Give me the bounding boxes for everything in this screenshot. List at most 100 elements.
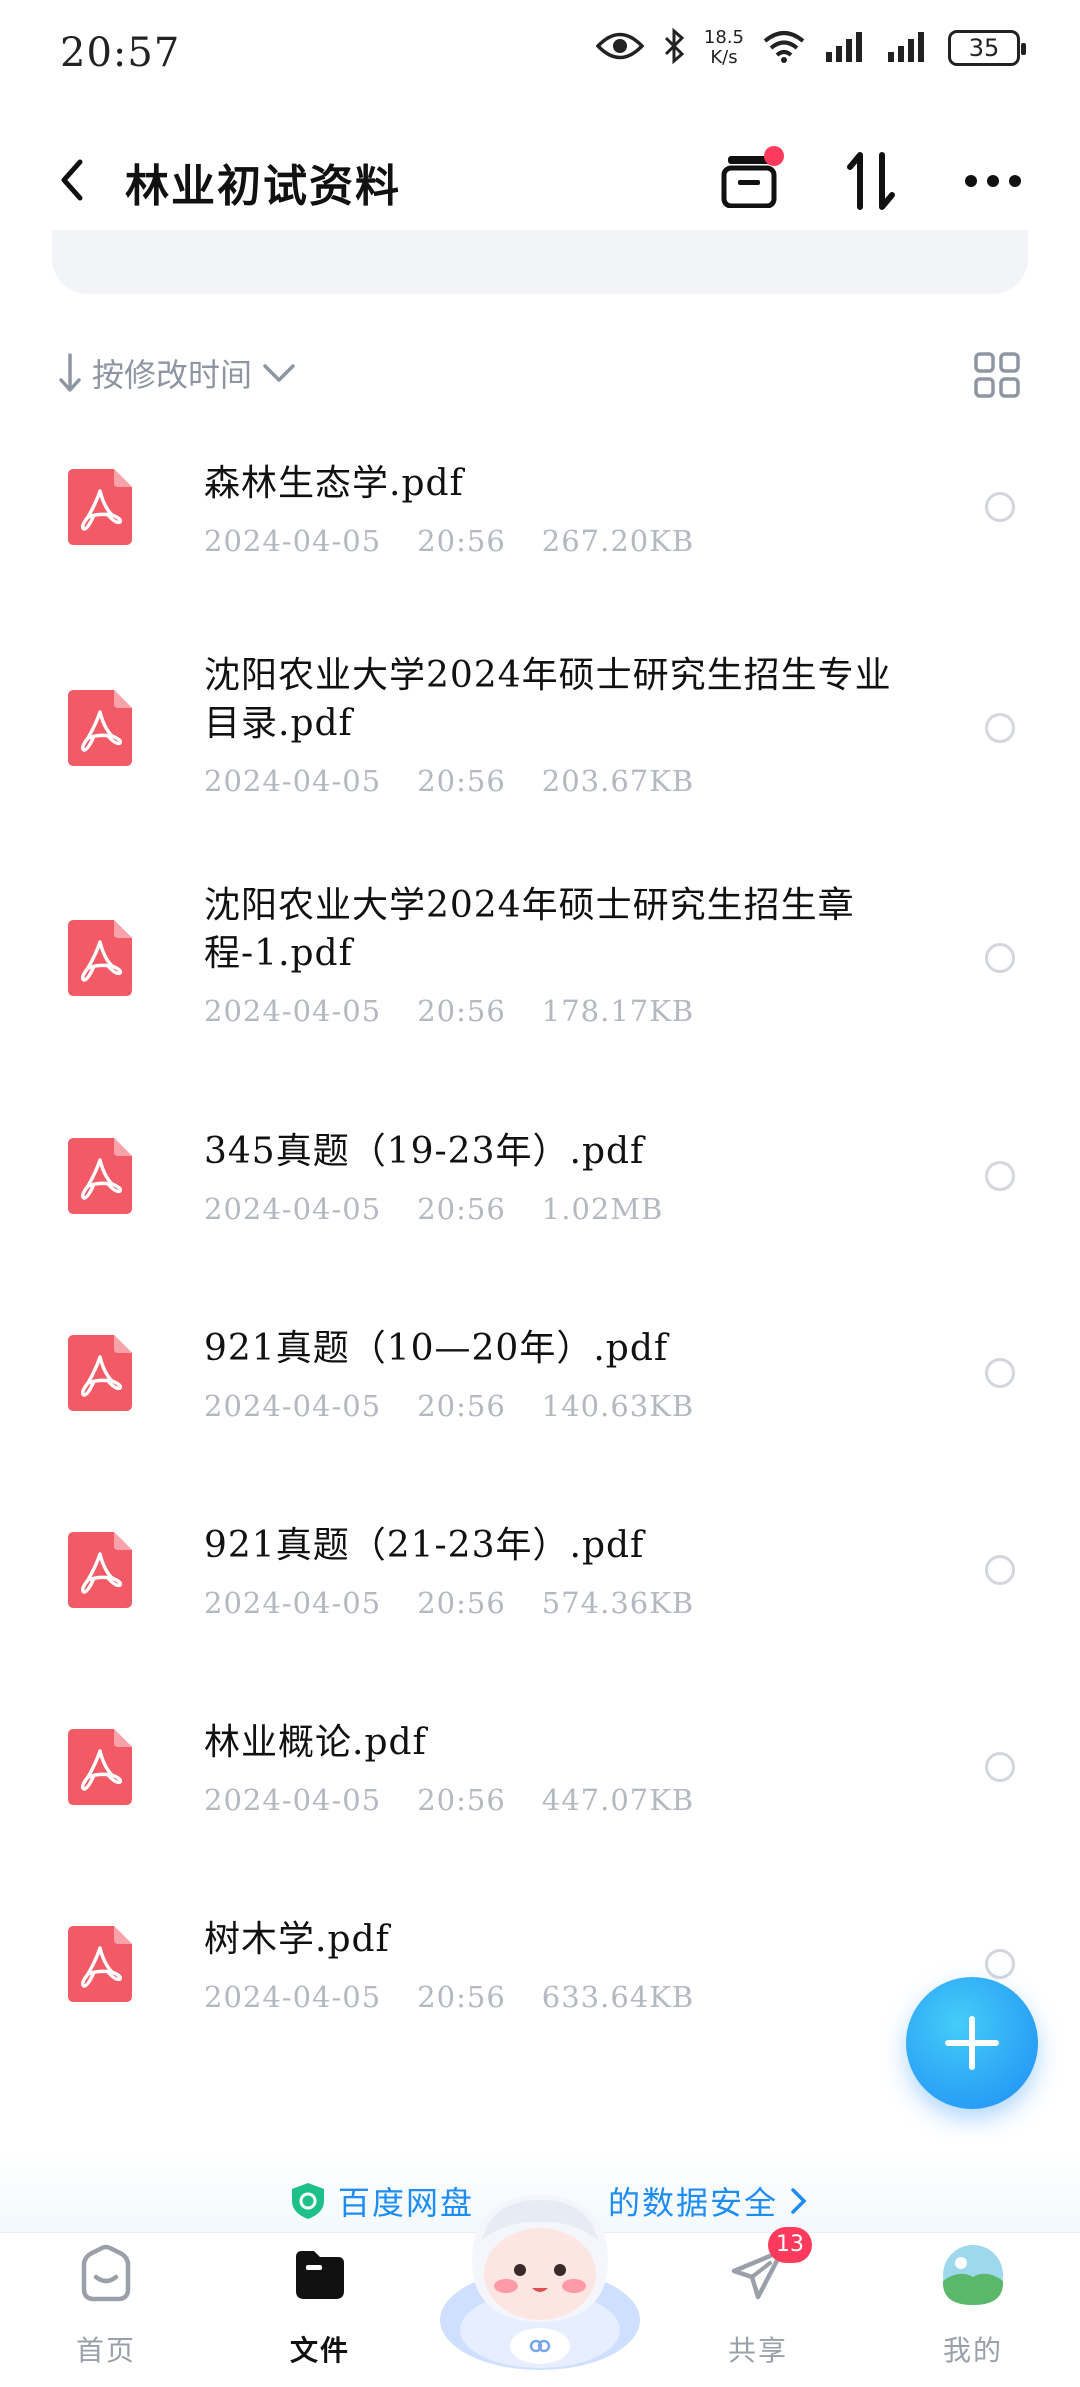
chevron-left-icon — [61, 159, 83, 201]
pdf-icon — [68, 920, 132, 996]
nav-label-mine: 我的 — [942, 2334, 1003, 2367]
home-icon — [81, 2244, 131, 2302]
file-meta: 2024-04-05 20:56 1.02MB — [204, 1192, 699, 1226]
file-meta: 2024-04-05 20:56 574.36KB — [204, 1586, 730, 1620]
file-row[interactable]: 林业概论.pdf 2024-04-05 20:56 447.07KB — [0, 1691, 1080, 1861]
bluetooth-icon — [662, 27, 686, 68]
file-time: 20:56 — [417, 1980, 506, 2014]
mascot-button[interactable] — [432, 2170, 648, 2380]
sort-transfer-button[interactable] — [836, 146, 906, 216]
file-name: 森林生态学.pdf — [204, 463, 464, 504]
sort-button[interactable]: 按修改时间 — [58, 350, 296, 396]
file-row[interactable]: 345真题（19-23年）.pdf 2024-04-05 20:56 1.02MB — [0, 1100, 1080, 1270]
pdf-icon — [68, 1532, 132, 1608]
speed-value: 18.5 — [703, 27, 744, 48]
file-meta: 2024-04-05 20:56 203.67KB — [204, 764, 730, 798]
file-row[interactable]: 921真题（10—20年）.pdf 2024-04-05 20:56 140.63K… — [0, 1297, 1080, 1467]
file-date: 2024-04-05 — [204, 1586, 382, 1620]
select-checkbox[interactable] — [985, 1555, 1015, 1585]
select-checkbox[interactable] — [985, 1949, 1015, 1979]
back-button[interactable] — [48, 152, 96, 208]
pdf-icon — [68, 1335, 132, 1411]
file-row[interactable]: 沈阳农业大学2024年硕士研究生招生专业目录.pdf 2024-04-05 20:… — [0, 640, 1080, 830]
file-size: 633.64KB — [541, 1980, 695, 2014]
file-name: 沈阳农业大学2024年硕士研究生招生章程-1.pdf — [204, 885, 855, 974]
file-row[interactable]: 921真题（21-23年）.pdf 2024-04-05 20:56 574.36K… — [0, 1494, 1080, 1664]
wifi-icon — [762, 29, 806, 67]
file-meta: 2024-04-05 20:56 140.63KB — [204, 1389, 730, 1423]
file-name: 921真题（21-23年）.pdf — [204, 1525, 645, 1566]
file-time: 20:56 — [417, 994, 506, 1028]
add-button[interactable] — [906, 1977, 1038, 2109]
file-time: 20:56 — [417, 1389, 506, 1423]
file-date: 2024-04-05 — [204, 1389, 382, 1423]
file-time: 20:56 — [417, 764, 506, 798]
nav-label-share: 共享 — [727, 2334, 788, 2367]
nav-label-home: 首页 — [75, 2334, 136, 2367]
file-date: 2024-04-05 — [204, 764, 382, 798]
nav-share[interactable]: 13 共享 — [688, 2227, 828, 2387]
select-checkbox[interactable] — [985, 492, 1015, 522]
file-date: 2024-04-05 — [204, 1783, 382, 1817]
sort-label: 按修改时间 — [92, 356, 253, 394]
status-time: 20:57 — [60, 30, 181, 76]
network-speed: 18.5 K/s — [704, 28, 744, 68]
search-bar-remnant[interactable] — [52, 230, 1028, 294]
more-icon — [965, 175, 1021, 187]
sort-transfer-icon — [847, 152, 895, 210]
file-size: 267.20KB — [541, 524, 695, 558]
status-bar: 20:57 18.5 K/s 35 — [0, 0, 1080, 110]
grid-view-button[interactable] — [974, 352, 1024, 402]
select-checkbox[interactable] — [985, 1358, 1015, 1388]
file-time: 20:56 — [417, 1192, 506, 1226]
nav-files[interactable]: 文件 — [250, 2233, 390, 2387]
page-title: 林业初试资料 — [125, 161, 401, 212]
status-icons: 18.5 K/s 35 — [595, 27, 1026, 68]
notification-dot — [764, 146, 784, 166]
file-size: 447.07KB — [541, 1783, 695, 1817]
more-button[interactable] — [958, 146, 1028, 216]
sort-bar: 按修改时间 — [0, 340, 1080, 410]
file-name: 345真题（19-23年）.pdf — [204, 1131, 645, 1172]
speed-unit: K/s — [710, 47, 738, 68]
file-date: 2024-04-05 — [204, 1192, 382, 1226]
file-name: 树木学.pdf — [204, 1919, 390, 1960]
screen: 20:57 18.5 K/s 35 林业初试资料 按修改时间 森林生态学.pdf… — [0, 0, 1080, 2387]
nav-home[interactable]: 首页 — [36, 2233, 176, 2387]
select-checkbox[interactable] — [985, 1752, 1015, 1782]
select-checkbox[interactable] — [985, 1161, 1015, 1191]
share-badge: 13 — [768, 2227, 812, 2263]
file-size: 574.36KB — [541, 1586, 695, 1620]
file-time: 20:56 — [417, 524, 506, 558]
signal-icon-1 — [824, 30, 868, 66]
file-meta: 2024-04-05 20:56 178.17KB — [204, 994, 730, 1028]
file-time: 20:56 — [417, 1586, 506, 1620]
grid-view-icon — [974, 352, 1020, 398]
file-size: 1.02MB — [541, 1192, 664, 1226]
select-checkbox[interactable] — [985, 713, 1015, 743]
pdf-icon — [68, 690, 132, 766]
shield-icon — [292, 2183, 324, 2219]
select-checkbox[interactable] — [985, 943, 1015, 973]
file-time: 20:56 — [417, 1783, 506, 1817]
nav-mine[interactable]: 我的 — [903, 2233, 1043, 2387]
eye-icon — [595, 31, 645, 65]
file-date: 2024-04-05 — [204, 994, 382, 1028]
signal-icon-2 — [886, 30, 930, 66]
chevron-down-icon — [263, 364, 295, 382]
file-row[interactable]: 森林生态学.pdf 2024-04-05 20:56 267.20KB — [0, 430, 1080, 600]
file-meta: 2024-04-05 20:56 633.64KB — [204, 1980, 730, 2014]
file-row[interactable]: 沈阳农业大学2024年硕士研究生招生章程-1.pdf 2024-04-05 20:… — [0, 870, 1080, 1060]
file-date: 2024-04-05 — [204, 1980, 382, 2014]
archive-button[interactable] — [714, 146, 784, 216]
nav-label-files: 文件 — [289, 2334, 350, 2367]
pdf-icon — [68, 1926, 132, 2002]
pdf-icon — [68, 1729, 132, 1805]
file-date: 2024-04-05 — [204, 524, 382, 558]
file-name: 921真题（10—20年）.pdf — [204, 1328, 669, 1369]
file-size: 140.63KB — [541, 1389, 695, 1423]
pdf-icon — [68, 469, 132, 545]
file-name: 林业概论.pdf — [204, 1722, 427, 1763]
arrow-down-icon — [59, 353, 81, 392]
file-meta: 2024-04-05 20:56 267.20KB — [204, 524, 730, 558]
